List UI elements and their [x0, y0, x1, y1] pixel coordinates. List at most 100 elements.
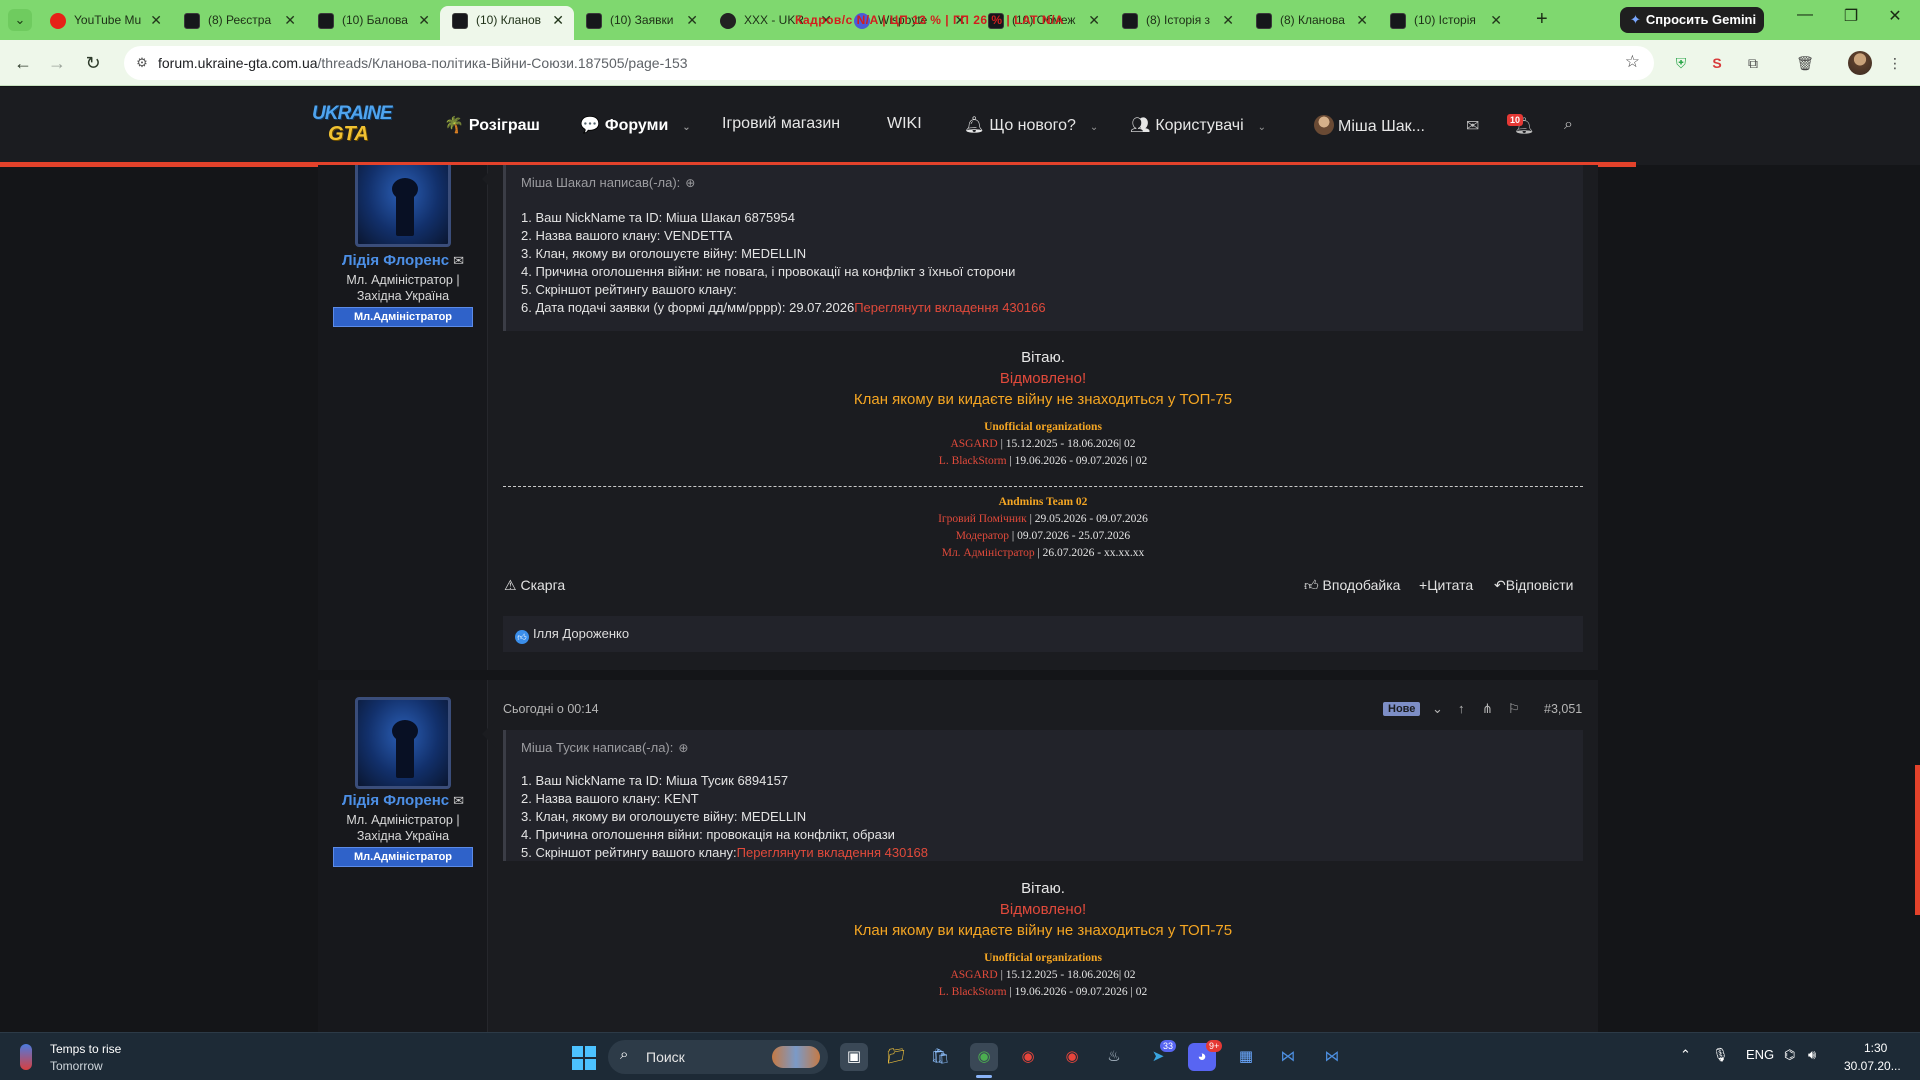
bookmark-icon[interactable]: ⚐ [1508, 701, 1520, 717]
nav-wiki[interactable]: WIKI [887, 115, 922, 133]
browser-tab[interactable]: (8) Реєстра ✕ [172, 6, 306, 40]
author-avatar[interactable] [355, 165, 451, 247]
quote-header[interactable]: Міша Тусик написав(-ла): ⊕ [521, 740, 688, 755]
page-scrollbar-thumb[interactable] [1915, 765, 1920, 915]
browser-tab[interactable]: (10) Балова ✕ [306, 6, 440, 40]
browser-tab[interactable]: (10) Історія ✕ [1378, 6, 1512, 40]
close-tab-icon[interactable]: ✕ [150, 6, 162, 34]
author-name[interactable]: Лідія Флоренс ✉ [318, 792, 488, 809]
site-info-icon[interactable]: ⚙ [134, 55, 150, 71]
minimize-icon[interactable]: — [1782, 6, 1828, 24]
forum-logo[interactable]: UKRAINE GTA [310, 101, 396, 147]
quote-block: Міша Тусик написав(-ла): ⊕ 1. Ваш NickNam… [503, 730, 1583, 861]
post-number[interactable]: #3,051 [1544, 702, 1582, 716]
url-field[interactable]: ⚙ forum.ukraine-gta.com.ua/threads/Клано… [124, 46, 1654, 80]
tab-search-icon[interactable]: ⌄ [8, 9, 32, 31]
chat-icon: 💬 [580, 117, 600, 134]
start-windows-icon[interactable] [572, 1046, 596, 1070]
author-avatar[interactable] [355, 697, 451, 789]
profile-avatar[interactable] [1848, 51, 1872, 75]
close-tab-icon[interactable]: ✕ [552, 6, 564, 34]
extensions-puzzle-icon[interactable]: ⧉ [1742, 52, 1764, 74]
quote-header[interactable]: Міша Шакал написав(-ла): ⊕ [521, 175, 695, 190]
nav-users[interactable]: 👥︎ Користувачі ⌄ [1130, 115, 1266, 135]
close-tab-icon[interactable]: ✕ [1356, 6, 1368, 34]
quote-button[interactable]: +Цитата [1419, 577, 1473, 593]
reply-reason: Клан якому ви кидаєте війну не знаходить… [853, 391, 1233, 408]
close-tab-icon[interactable]: ✕ [1490, 6, 1502, 34]
share-up-icon[interactable]: ↑ [1458, 701, 1465, 716]
nav-forums[interactable]: 💬 Форуми ⌄ [580, 115, 691, 135]
chrome-icon[interactable]: ◉ [1014, 1043, 1042, 1071]
attachment-link[interactable]: Переглянути вкладення 430168 [737, 845, 928, 860]
share-icon[interactable]: ⋔ [1482, 701, 1493, 717]
bookmark-star-icon[interactable]: ☆ [1625, 52, 1640, 72]
tray-chevron-up-icon[interactable]: ⌃ [1680, 1047, 1691, 1063]
search-icon[interactable]: ⌕ [1564, 116, 1573, 134]
close-tab-icon[interactable]: ✕ [1088, 6, 1100, 34]
browser-tab-active[interactable]: (10) Кланов ✕ [440, 6, 574, 40]
mail-icon[interactable]: ✉ [453, 253, 464, 268]
nav-giveaway[interactable]: 🌴 Розіграш [444, 115, 540, 135]
volume-icon[interactable]: 🔊︎ [1808, 1047, 1816, 1063]
task-view-icon[interactable]: ▣ [840, 1043, 868, 1071]
quote-expand-icon[interactable]: ⊕ [685, 176, 695, 190]
nav-game-store[interactable]: Ігровий магазин [722, 115, 840, 133]
close-tab-icon[interactable]: ✕ [284, 6, 296, 34]
post-date[interactable]: Сьогодні о 00:14 [503, 702, 599, 716]
forum-icon [1390, 13, 1406, 29]
browser-tab[interactable]: (8) Історія з ✕ [1110, 6, 1244, 40]
close-tab-icon[interactable]: ✕ [418, 6, 430, 34]
steam-icon[interactable]: ♨ [1100, 1043, 1128, 1071]
chevron-down-icon[interactable]: ⌄ [682, 122, 690, 133]
nav-whats-new[interactable]: 🔔︎ Що нового? ⌄ [964, 115, 1098, 135]
microphone-icon[interactable]: 🎙︎ [1712, 1047, 1729, 1063]
restore-icon[interactable]: ❐ [1828, 6, 1874, 26]
file-explorer-icon[interactable]: 📁︎ [882, 1043, 910, 1071]
inbox-icon[interactable]: ✉ [1466, 116, 1479, 136]
gemini-button[interactable]: ✦ Спросить Gemini [1620, 7, 1764, 33]
attachment-link[interactable]: Переглянути вкладення 430166 [854, 300, 1045, 315]
vscode-icon[interactable]: ⋈ [1274, 1043, 1302, 1071]
back-icon[interactable]: ← [10, 50, 36, 76]
reactions-bar[interactable]: 👍︎ Ілля Дороженко [503, 616, 1583, 652]
vscode-icon[interactable]: ⋈ [1318, 1043, 1346, 1071]
reply-button[interactable]: ↶Відповісти [1494, 577, 1574, 594]
chevron-down-icon[interactable]: ⌄ [1090, 122, 1098, 133]
ms-store-icon[interactable]: 🛍︎ [926, 1043, 954, 1071]
chrome-icon[interactable]: ◉ [1058, 1043, 1086, 1071]
browser-tab[interactable]: (10) Заявки ✕ [574, 6, 708, 40]
shield-extension-icon[interactable]: ⛨ [1670, 52, 1692, 74]
chrome-icon[interactable]: ◉ [970, 1043, 998, 1071]
app-icon[interactable]: ▦ [1232, 1043, 1260, 1071]
palm-icon: 🌴 [444, 117, 464, 134]
reply-reason: Клан якому ви кидаєте війну не знаходить… [853, 922, 1233, 939]
close-tab-icon[interactable]: ✕ [686, 6, 698, 34]
chevron-down-icon[interactable]: ⌄ [1258, 122, 1266, 133]
new-tab-icon[interactable]: + [1536, 8, 1548, 31]
taskbar-date[interactable]: 30.07.20... [1844, 1059, 1901, 1073]
forum-icon [184, 13, 200, 29]
close-tab-icon[interactable]: ✕ [1222, 6, 1234, 34]
quote-expand-icon[interactable]: ⊕ [678, 741, 688, 755]
browser-tab[interactable]: (8) Кланова ✕ [1244, 6, 1378, 40]
forward-icon[interactable]: → [44, 50, 70, 76]
taskbar-search[interactable]: ⌕ Поиск [608, 1040, 828, 1074]
weather-headline[interactable]: Temps to rise [50, 1042, 121, 1056]
reload-icon[interactable]: ↻ [80, 50, 106, 76]
trash-icon[interactable]: 🗑 [1794, 52, 1816, 74]
like-button[interactable]: 👍︎ Вподобайка [1304, 577, 1400, 594]
mail-icon[interactable]: ✉ [453, 793, 464, 808]
thermometer-icon[interactable] [20, 1044, 32, 1070]
nav-account[interactable]: Міша Шак... [1314, 115, 1425, 136]
author-name[interactable]: Лідія Флоренс ✉ [318, 252, 488, 269]
s-extension-icon[interactable]: S [1706, 52, 1728, 74]
report-button[interactable]: ⚠ Скарга [504, 577, 565, 594]
language-indicator[interactable]: ENG [1746, 1047, 1774, 1062]
watch-icon[interactable]: ⌄ [1432, 701, 1443, 717]
browser-tab[interactable]: YouTube Mu ✕ [38, 6, 172, 40]
taskbar-time[interactable]: 1:30 [1864, 1041, 1887, 1055]
menu-kebab-icon[interactable]: ⋮ [1884, 52, 1906, 74]
close-window-icon[interactable]: ✕ [1872, 6, 1918, 26]
network-icon[interactable]: ⌬ [1784, 1047, 1795, 1063]
